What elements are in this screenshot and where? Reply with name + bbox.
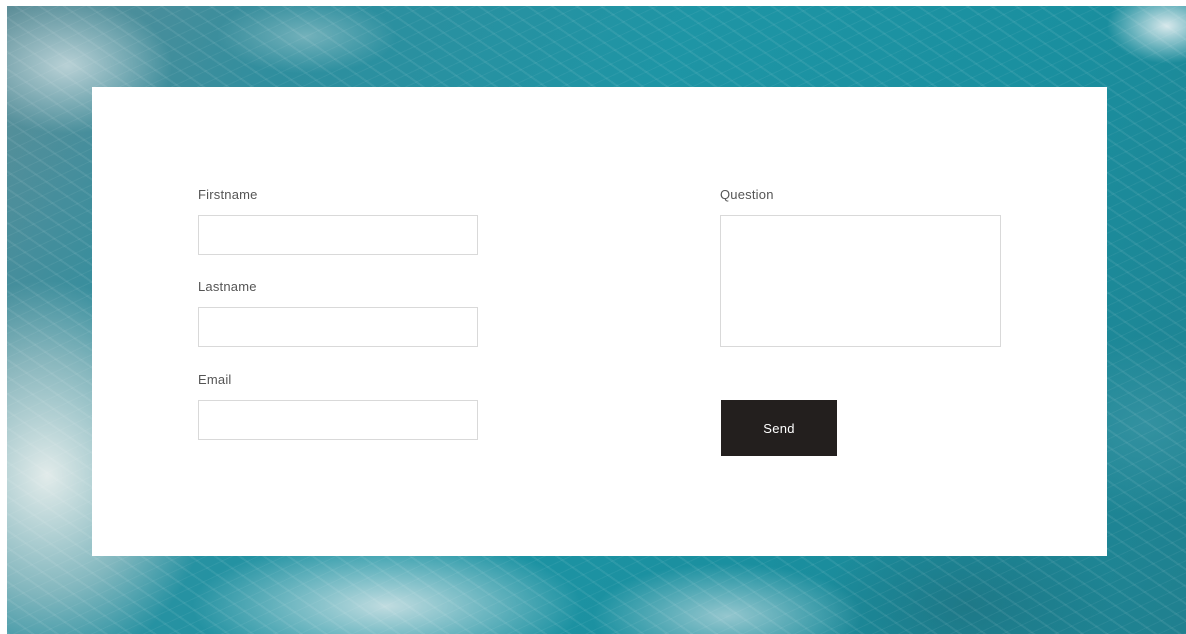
lastname-input[interactable] [198, 307, 478, 347]
send-button[interactable]: Send [721, 400, 837, 456]
question-label: Question [720, 187, 774, 202]
firstname-input[interactable] [198, 215, 478, 255]
question-textarea[interactable] [720, 215, 1001, 347]
email-label: Email [198, 372, 232, 387]
email-input[interactable] [198, 400, 478, 440]
lastname-label: Lastname [198, 279, 257, 294]
firstname-label: Firstname [198, 187, 258, 202]
contact-form-card: Firstname Lastname Email Question Send [92, 87, 1107, 556]
